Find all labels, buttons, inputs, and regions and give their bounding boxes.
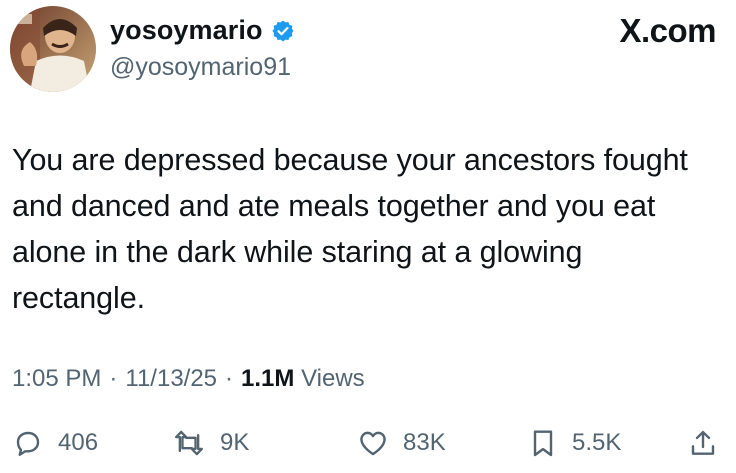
meta-separator: ·: [109, 365, 118, 392]
action-bar: 406 9K 83K 5.5K: [0, 420, 736, 466]
author-block: yosoymario @yosoymario91: [110, 10, 295, 82]
tweet-date[interactable]: 11/13/25: [125, 365, 217, 393]
tweet-time[interactable]: 1:05 PM: [12, 365, 101, 393]
bookmark-count: 5.5K: [572, 429, 622, 456]
views-label: Views: [301, 365, 365, 392]
tweet-text: You are depressed because your ancestors…: [12, 143, 688, 315]
like-count: 83K: [403, 429, 446, 456]
reply-button[interactable]: 406: [12, 420, 98, 466]
brand-logo: X.com: [619, 12, 716, 49]
bookmark-button[interactable]: 5.5K: [528, 420, 621, 466]
heart-icon: [357, 427, 389, 459]
display-name-row: yosoymario: [110, 10, 295, 50]
handle[interactable]: @yosoymario91: [110, 53, 295, 82]
avatar[interactable]: [10, 6, 96, 92]
tweet-meta: 1:05 PM · 11/13/25 · 1.1M Views: [12, 365, 365, 393]
share-icon: [688, 427, 718, 459]
avatar-image: [10, 6, 96, 92]
meta-separator: ·: [225, 365, 234, 392]
repost-count: 9K: [220, 429, 250, 456]
share-button[interactable]: [688, 420, 718, 466]
reply-count: 406: [58, 429, 99, 456]
display-name[interactable]: yosoymario: [110, 15, 263, 46]
like-button[interactable]: 83K: [357, 420, 446, 466]
views-count: 1.1M: [241, 365, 295, 392]
reply-icon: [12, 427, 44, 459]
repost-button[interactable]: 9K: [172, 420, 249, 466]
verified-badge-icon: [271, 19, 295, 43]
repost-icon: [172, 427, 206, 459]
bookmark-icon: [528, 427, 558, 459]
